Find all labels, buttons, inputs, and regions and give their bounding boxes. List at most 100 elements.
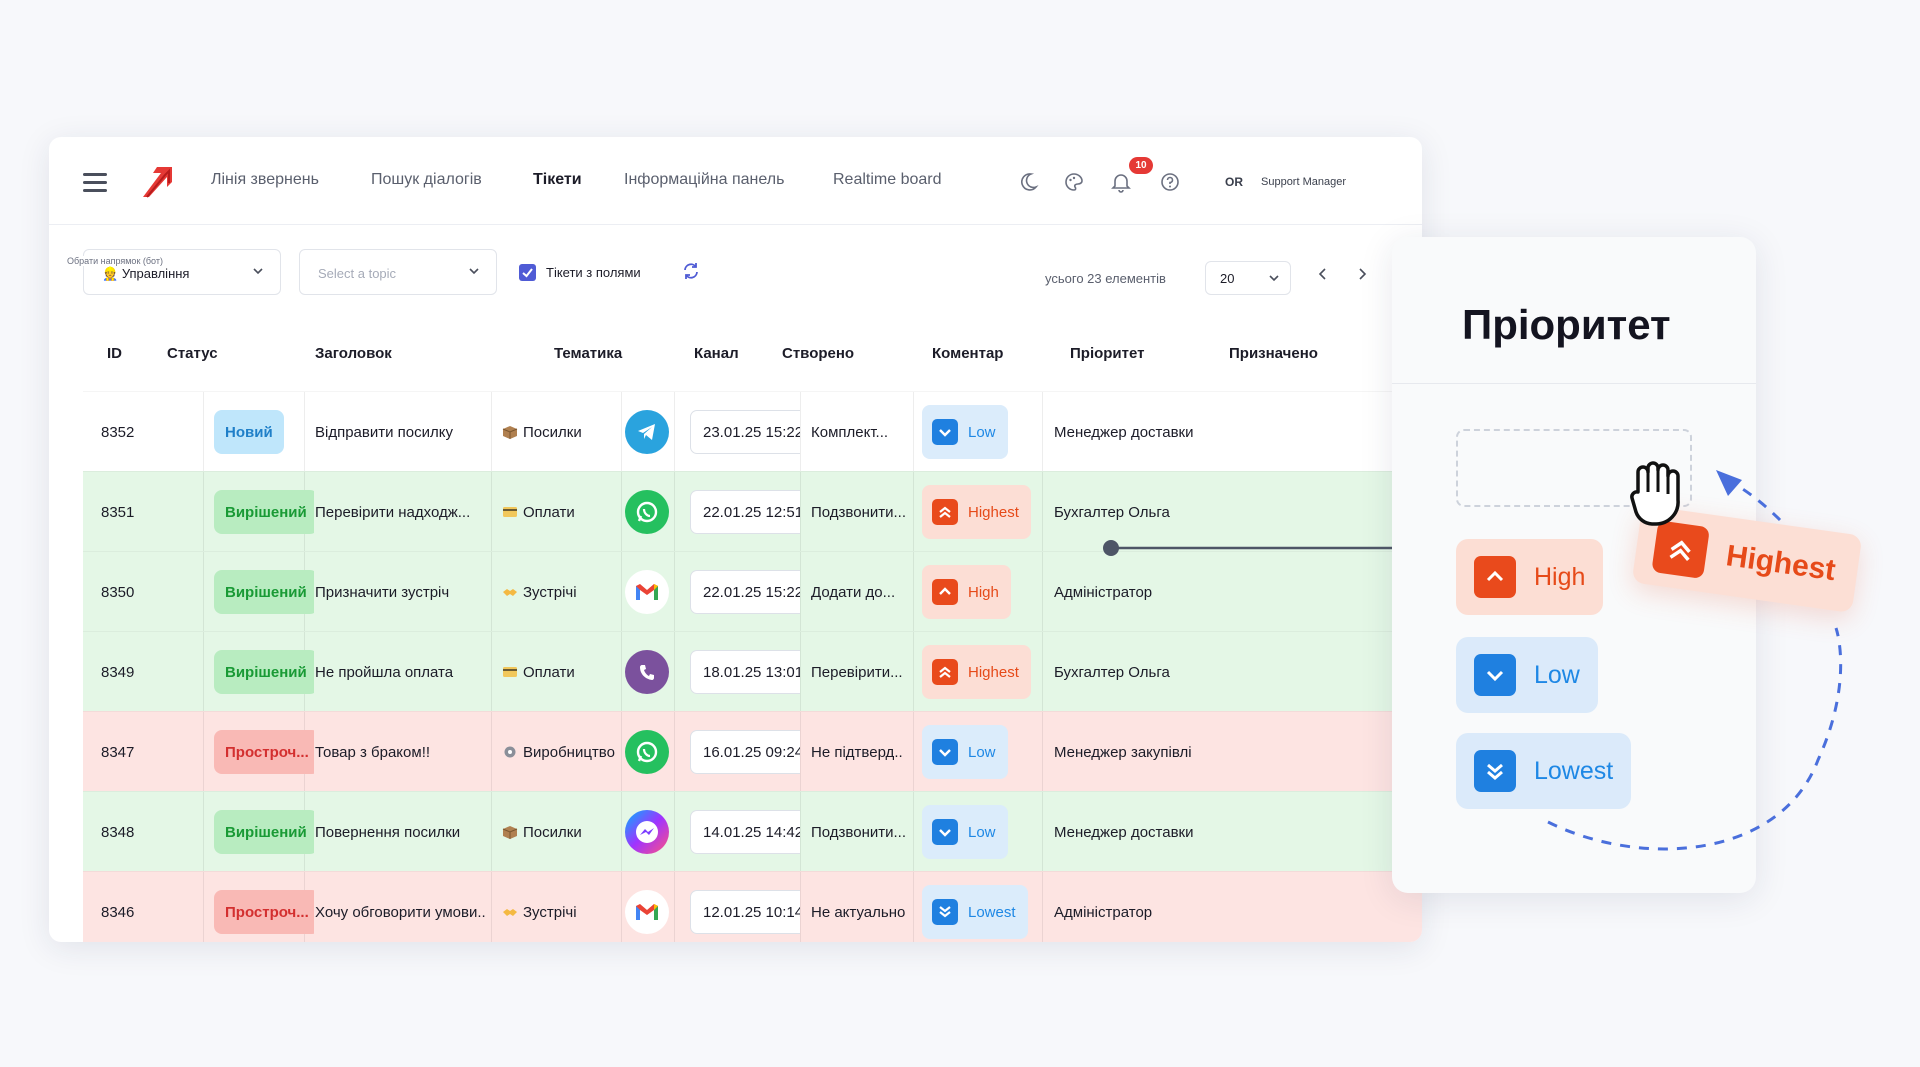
created-date[interactable]: 22.01.25 15:22 [690,570,800,614]
cell-assignee[interactable]: Менеджер доставки [1054,792,1229,872]
cell-assignee[interactable]: Бухгалтер Ольга [1054,472,1229,552]
palette-icon[interactable] [1063,171,1085,193]
telegram-icon [625,410,669,454]
created-date[interactable]: 16.01.25 09:24 [690,730,800,774]
col-created[interactable]: Створено [782,345,854,362]
nav-item-dialog-search[interactable]: Пошук діалогів [371,171,482,189]
priority-badge[interactable]: Highest [922,485,1031,539]
priority-badge[interactable]: Lowest [922,885,1028,939]
fields-checkbox[interactable] [519,264,536,281]
nav-item-request-line[interactable]: Лінія звернень [211,171,319,189]
table-row[interactable]: 8348 Вирішений Повернення посилки Посилки 14… [83,791,1422,871]
priority-option-low[interactable]: Low [1456,637,1598,713]
user-avatar[interactable]: OR [1225,175,1243,189]
priority-badge[interactable]: Low [922,805,1008,859]
col-assignee[interactable]: Призначено [1229,345,1318,362]
direction-value: Управління [121,266,190,281]
cell-theme: Зустрічі [502,872,620,942]
cell-channel [625,872,673,942]
col-comment[interactable]: Коментар [932,345,1003,362]
col-id[interactable]: ID [107,345,122,362]
chevron-right-icon[interactable] [1355,267,1369,281]
col-title[interactable]: Заголовок [315,345,392,362]
col-priority[interactable]: Пріоритет [1070,345,1145,362]
col-theme[interactable]: Тематика [554,345,622,362]
table-row[interactable]: 8351 Вирішений Перевірити надходж... Оплати… [83,471,1422,551]
status-badge[interactable]: Простроч... [214,890,314,934]
topic-select[interactable]: Select a topic [299,249,497,295]
cell-channel [625,632,673,712]
priority-badge[interactable]: Low [922,725,1008,779]
created-date[interactable]: 18.01.25 13:01 [690,650,800,694]
table-row[interactable]: 8346 Простроч... Хочу обговорити умови... З… [83,871,1422,942]
cell-assignee[interactable]: Адміністратор [1054,552,1229,632]
status-badge[interactable]: Вирішений [214,570,314,614]
cell-title[interactable]: Повернення посилки [315,792,485,872]
gmail-icon [625,570,669,614]
cell-comment[interactable]: Перевірити... [811,632,911,712]
cell-title[interactable]: Призначити зустріч [315,552,485,632]
menu-icon[interactable] [83,173,107,192]
status-badge[interactable]: Вирішений [214,810,314,854]
moon-icon[interactable] [1021,171,1043,193]
chevron-left-icon[interactable] [1316,267,1330,281]
cell-comment[interactable]: Подзвонити... [811,472,911,552]
status-badge[interactable]: Простроч... [214,730,314,774]
cell-title[interactable]: Перевірити надходж... [315,472,485,552]
cell-theme-label: Оплати [523,663,575,681]
table-row[interactable]: 8347 Простроч... Товар з браком!! Виробницт… [83,711,1422,791]
column-divider [913,472,914,551]
column-divider [203,552,204,631]
bell-icon[interactable] [1110,171,1132,193]
priority-option-high[interactable]: High [1456,539,1604,615]
status-badge[interactable]: Вирішений [214,650,314,694]
cell-title[interactable]: Хочу обговорити умови... [315,872,485,942]
column-divider [203,792,204,871]
created-date[interactable]: 14.01.25 14:42 [690,810,800,854]
cell-assignee[interactable]: Бухгалтер Ольга [1054,632,1229,712]
status-badge[interactable]: Вирішений [214,490,314,534]
cell-comment[interactable]: Подзвонити... [811,792,911,872]
notification-badge: 10 [1129,157,1153,174]
cell-comment[interactable]: Комплект... [811,392,911,472]
priority-option-lowest[interactable]: Lowest [1456,733,1632,809]
priority-badge[interactable]: Highest [922,645,1031,699]
created-date[interactable]: 23.01.25 15:22 [690,410,800,454]
cell-comment[interactable]: Не підтверд.. [811,712,911,792]
handshake-icon [503,589,517,596]
cell-title[interactable]: Не пройшла оплата [315,632,485,712]
nav-item-dashboard[interactable]: Інформаційна панель [624,171,784,189]
cell-title[interactable]: Товар з браком!! [315,712,485,792]
column-divider [621,792,622,871]
cell-id: 8347 [101,743,135,761]
created-date[interactable]: 22.01.25 12:51 [690,490,800,534]
drop-zone[interactable] [1456,429,1692,507]
cell-title[interactable]: Відправити посилку [315,392,485,472]
cell-comment[interactable]: Не актуально [811,872,911,942]
cell-assignee[interactable]: Менеджер доставки [1054,392,1229,472]
table-row[interactable]: 8349 Вирішений Не пройшла оплата Оплати 18.0… [83,631,1422,711]
column-divider [491,472,492,551]
cell-comment[interactable]: Додати до... [811,552,911,632]
status-badge[interactable]: Новий [214,410,284,454]
priority-label: Low [968,423,996,441]
double-chevron-up-icon [932,659,958,685]
cell-assignee[interactable]: Менеджер закупівлі [1054,712,1229,792]
priority-badge[interactable]: High [922,565,1011,619]
table-row[interactable]: 8352 Новий Відправити посилку Посилки 23.01.… [83,391,1422,471]
col-status[interactable]: Статус [167,345,218,362]
page-size-select[interactable]: 20 [1205,261,1291,295]
table-header: ID Статус Заголовок Тематика Канал Створ… [49,325,1422,381]
col-channel[interactable]: Канал [694,345,739,362]
priority-badge[interactable]: Low [922,405,1008,459]
help-icon[interactable] [1159,171,1181,193]
nav-item-realtime-board[interactable]: Realtime board [833,171,942,189]
table-row[interactable]: 8350 Вирішений Призначити зустріч Зустрічі 2… [83,551,1422,631]
refresh-icon[interactable] [681,261,701,281]
cell-id: 8349 [101,663,135,681]
created-date[interactable]: 12.01.25 10:14 [690,890,800,934]
cell-assignee[interactable]: Адміністратор [1054,872,1229,942]
nav-item-tickets[interactable]: Тікети [533,171,582,189]
fields-checkbox-label[interactable]: Тікети з полями [546,265,641,280]
top-nav: Лінія звернень Пошук діалогів Тікети Інф… [49,137,1422,225]
